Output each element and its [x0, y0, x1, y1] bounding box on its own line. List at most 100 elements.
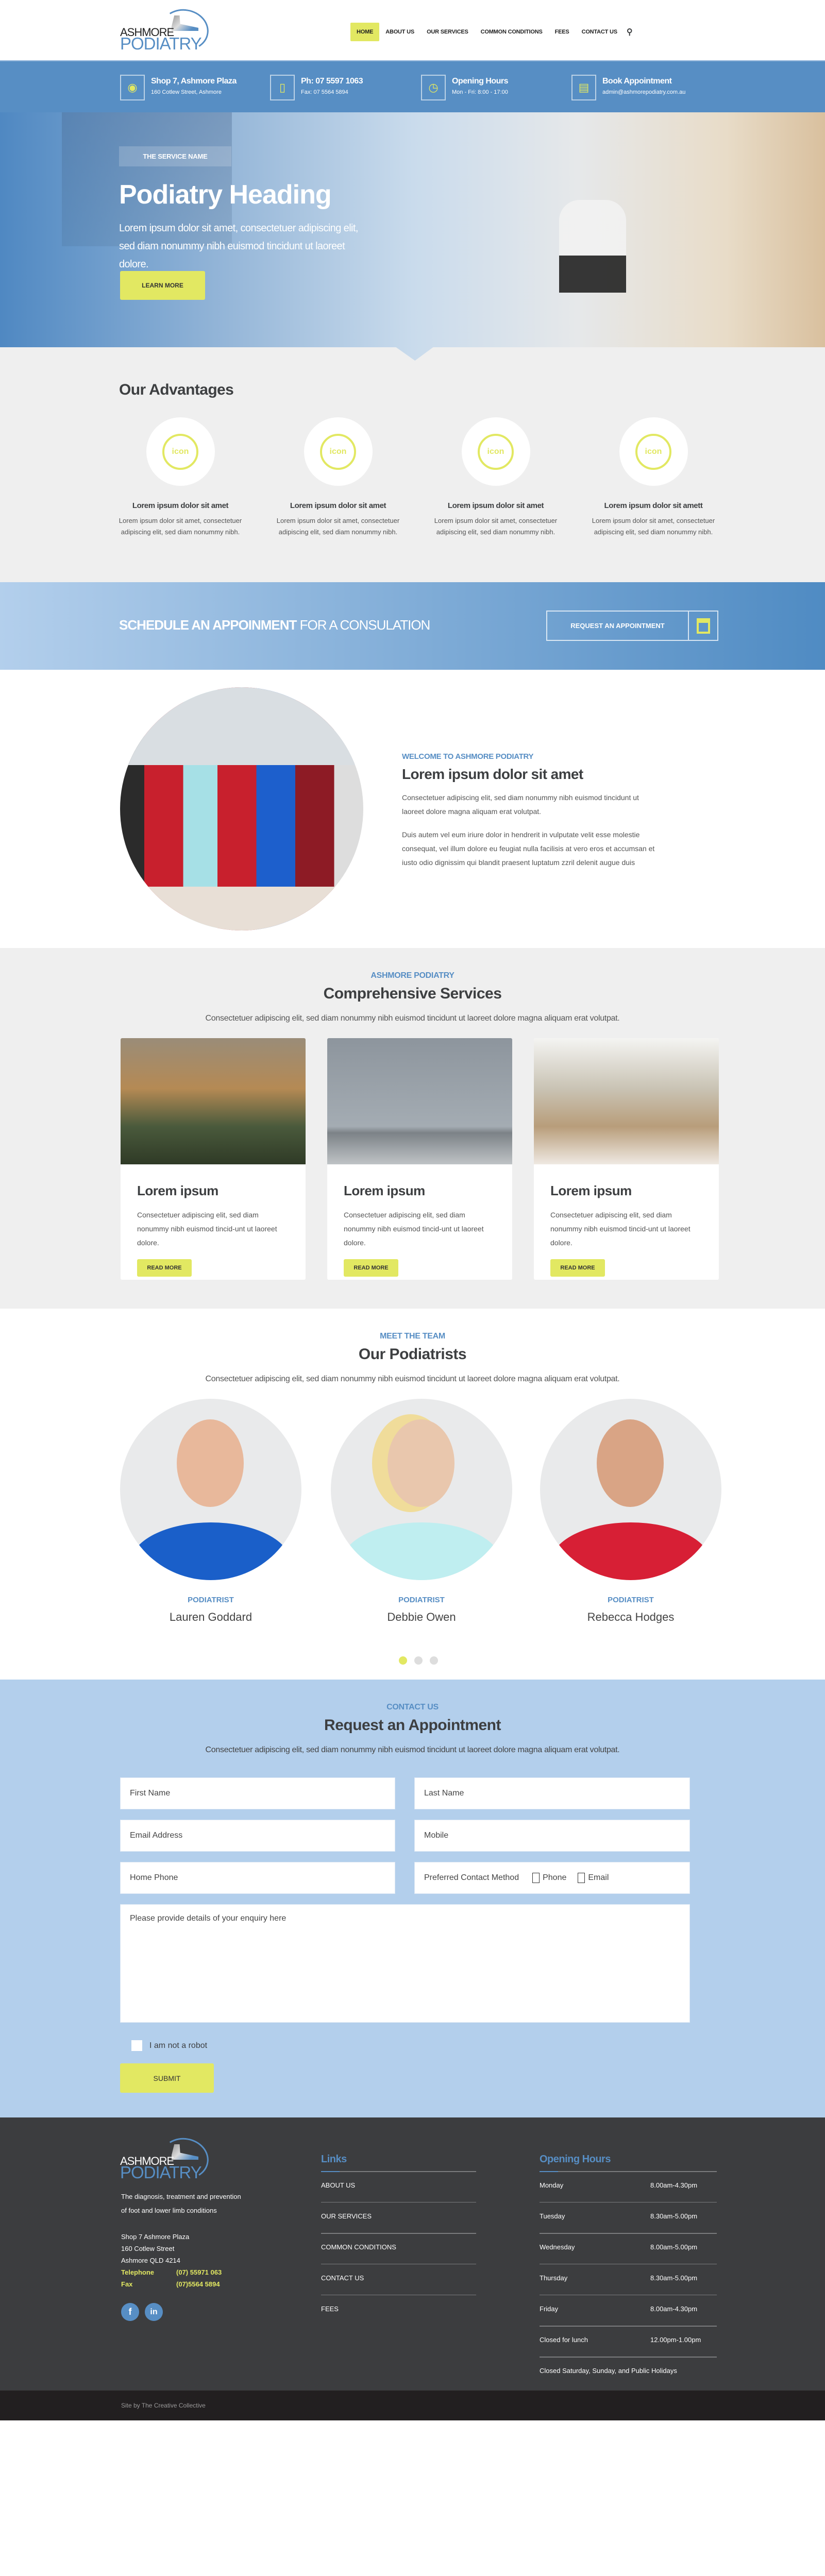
hours-cell: Monday	[540, 2181, 564, 2189]
info-hours: ◷ Opening Hours Mon - Fri: 8:00 - 17:00	[421, 75, 509, 100]
calendar-icon: ▤	[571, 75, 596, 100]
facebook-icon[interactable]: f	[121, 2303, 139, 2321]
hours-row: Closed for lunch 12.00pm-1.00pm	[540, 2336, 717, 2344]
read-more-button[interactable]: READ MORE	[550, 1259, 605, 1277]
runner-image	[327, 1038, 512, 1164]
footer-bottom-bar: Site by The Creative Collective	[0, 2391, 825, 2420]
member-photo	[120, 1399, 301, 1580]
closed-note: Closed Saturday, Sunday, and Public Holi…	[540, 2367, 677, 2375]
advantages-title: Our Advantages	[119, 381, 234, 398]
hero-badge: THE SERVICE NAME	[119, 146, 231, 166]
team-member: PODIATRIST Lauren Goddard	[120, 1399, 301, 1624]
about: WELCOME TO ASHMORE PODIATRY Lorem ipsum …	[0, 670, 825, 948]
carousel-dot[interactable]	[430, 1656, 438, 1665]
read-more-button[interactable]: READ MORE	[344, 1259, 398, 1277]
team-member: PODIATRIST Debbie Owen	[331, 1399, 512, 1624]
calendar-icon	[689, 612, 717, 640]
telephone-link[interactable]: (07) 55971 063	[176, 2268, 222, 2276]
soccer-image	[121, 1038, 306, 1164]
email-input[interactable]	[120, 1820, 395, 1852]
footer-address: Shop 7 Ashmore Plaza 160 Cotlew Street Ash…	[121, 2233, 222, 2288]
phone-icon: ▯	[270, 75, 295, 100]
footer-link-contact-us[interactable]: CONTACT US	[321, 2274, 364, 2282]
logo[interactable]: ASHMORE PODIATRY	[120, 5, 212, 55]
site-credit[interactable]: Site by The Creative Collective	[121, 2402, 206, 2409]
advantages: Our Advantages icon Lorem ipsum dolor sit…	[0, 361, 825, 582]
advantage-item: icon Lorem ipsum dolor sit amet Lorem ipsu…	[119, 417, 242, 538]
hero-text: Lorem ipsum dolor sit amet, consectetuer…	[119, 223, 358, 270]
contact-heading: Request an Appointment	[324, 1717, 501, 1734]
team-group-photo	[120, 687, 363, 930]
nav-fees[interactable]: FEES	[549, 23, 576, 41]
advantage-item: icon Lorem ipsum dolor sit amet Lorem ipsu…	[276, 417, 400, 538]
nav-common-conditions[interactable]: COMMON CONDITIONS	[475, 23, 549, 41]
learn-more-button[interactable]: LEARN MORE	[120, 271, 205, 300]
cta-text: SCHEDULE AN APPOINMENT FOR A CONSULATION	[119, 617, 430, 633]
search-icon[interactable]: ⚲	[627, 27, 633, 37]
last-name-input[interactable]	[414, 1777, 690, 1809]
recaptcha: I am not a robot	[131, 2040, 207, 2051]
hero-heading: Podiatry Heading	[119, 180, 332, 210]
advantage-icon: icon	[320, 433, 356, 470]
advantage-item: icon Lorem ipsum dolor sit amet Lorem ipsu…	[434, 417, 558, 538]
footer-link-about-us[interactable]: ABOUT US	[321, 2181, 355, 2189]
email-checkbox[interactable]	[578, 1873, 585, 1883]
member-photo	[331, 1399, 512, 1580]
links-title: Links	[321, 2154, 347, 2165]
read-more-button[interactable]: READ MORE	[137, 1259, 192, 1277]
hours-cell: 8.30am-5.00pm	[650, 2212, 698, 2220]
hero-notch	[0, 347, 825, 361]
cta-banner: SCHEDULE AN APPOINMENT FOR A CONSULATION…	[0, 582, 825, 670]
home-phone-input[interactable]	[120, 1862, 395, 1894]
info-bar: ◉ Shop 7, Ashmore Plaza 160 Cotlew Street,…	[0, 61, 825, 112]
services-label: ASHMORE PODIATRY	[371, 971, 454, 980]
hours-cell: 8.30am-5.00pm	[650, 2274, 698, 2282]
member-photo	[540, 1399, 721, 1580]
contact-text: Consectetuer adipiscing elit, sed diam n…	[205, 1745, 620, 1754]
linkedin-icon[interactable]: in	[145, 2303, 163, 2321]
hero-couple	[559, 200, 626, 324]
hours-cell: Tuesday	[540, 2212, 565, 2220]
enquiry-textarea[interactable]	[120, 1904, 690, 2023]
hours-cell: 8.00am-4.30pm	[650, 2181, 698, 2189]
social-links: f in	[121, 2303, 163, 2321]
team-heading: Our Podiatrists	[358, 1346, 467, 1363]
submit-button[interactable]: SUBMIT	[120, 2063, 214, 2093]
footer-description: The diagnosis, treatment and prevention …	[121, 2193, 241, 2214]
carousel-dot-active[interactable]	[399, 1656, 407, 1665]
info-phone: ▯ Ph: 07 5597 1063 Fax: 07 5564 5894	[270, 75, 363, 100]
nav-our-services[interactable]: OUR SERVICES	[420, 23, 475, 41]
first-name-input[interactable]	[120, 1777, 395, 1809]
advantage-item: icon Lorem ipsum dolor sit amett Lorem ips…	[592, 417, 715, 538]
hours-row: Thursday 8.30am-5.00pm	[540, 2274, 717, 2282]
info-book[interactable]: ▤ Book Appointment admin@ashmorepodiatry.c…	[571, 75, 685, 100]
robot-checkbox[interactable]	[131, 2040, 142, 2051]
nav-about-us[interactable]: ABOUT US	[379, 23, 420, 41]
hours-row: Wednesday 8.00am-5.00pm	[540, 2243, 717, 2251]
service-card: Lorem ipsum Consectetuer adipiscing elit,…	[121, 1038, 306, 1280]
footer-link-fees[interactable]: FEES	[321, 2305, 339, 2313]
preferred-contact-field: Preferred Contact Method Phone Email	[414, 1862, 690, 1894]
footer-link-common-conditions[interactable]: COMMON CONDITIONS	[321, 2243, 396, 2251]
main-nav: HOME ABOUT US OUR SERVICES COMMON CONDIT…	[350, 23, 633, 41]
mobile-input[interactable]	[414, 1820, 690, 1852]
footer-link-our-services[interactable]: OUR SERVICES	[321, 2212, 372, 2220]
about-label: WELCOME TO ASHMORE PODIATRY	[402, 752, 534, 761]
about-text: WELCOME TO ASHMORE PODIATRY Lorem ipsum …	[402, 752, 670, 870]
nav-home[interactable]: HOME	[350, 23, 380, 41]
hours-cell: 8.00am-4.30pm	[650, 2305, 698, 2313]
header: ASHMORE PODIATRY HOME ABOUT US OUR SERVI…	[0, 0, 825, 61]
hero: THE SERVICE NAME Podiatry Heading Lorem …	[0, 112, 825, 361]
map-pin-icon: ◉	[120, 75, 145, 100]
request-appointment-button[interactable]: REQUEST AN APPOINTMENT	[546, 611, 718, 641]
nav-contact-us[interactable]: CONTACT US	[576, 23, 624, 41]
footer-logo[interactable]: ASHMORE PODIATRY	[120, 2134, 212, 2183]
advantage-icon: icon	[162, 433, 198, 470]
advantage-icon: icon	[635, 433, 671, 470]
hours-row: Tuesday 8.30am-5.00pm	[540, 2212, 717, 2220]
hours-cell: Thursday	[540, 2274, 568, 2282]
phone-checkbox[interactable]	[532, 1873, 540, 1883]
hours-cell: 12.00pm-1.00pm	[650, 2336, 701, 2344]
carousel-dot[interactable]	[414, 1656, 423, 1665]
hours-row: Friday 8.00am-4.30pm	[540, 2305, 717, 2313]
